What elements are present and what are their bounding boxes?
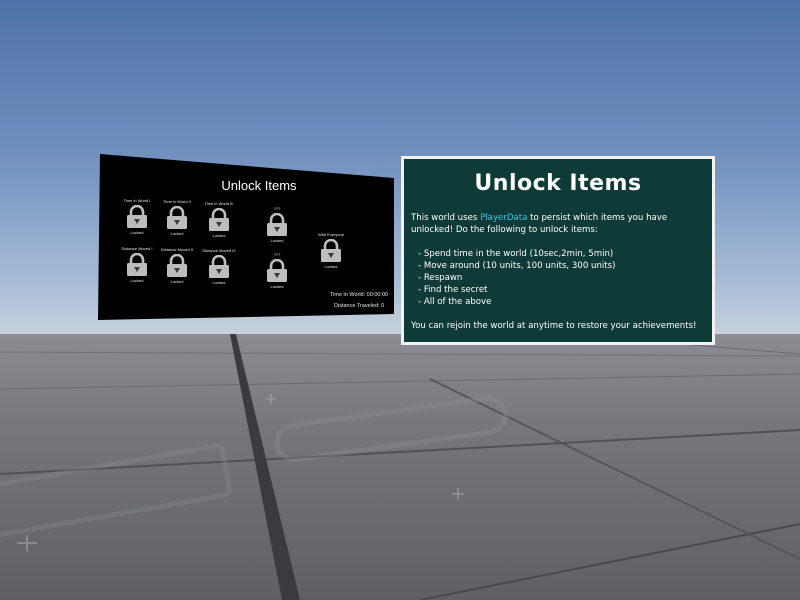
padlock-icon [264,258,290,283]
unlock-item-status: Locked [170,279,184,284]
floor-logo-vrchat [0,443,232,539]
unlock-items-board: Unlock Items Time in World I Locked Time i… [98,154,394,320]
ground-grid [0,334,800,600]
unlock-item-label: ??? [273,206,281,211]
unlock-item-label: Time in World III [204,201,234,206]
padlock-icon [206,254,232,279]
unlock-item-label: Time in World II [163,199,191,204]
task-item: - Respawn [418,273,463,283]
time-in-world-label: Time in World: 00:00:00 [330,292,389,298]
unlock-item-status: Locked [270,238,284,243]
unlock-item-status: Locked [270,284,284,289]
unlock-item-status: Locked [212,280,226,285]
unlock-item: Time in World III Locked [196,201,242,238]
unlock-item-label: Distance Moved III [202,248,236,253]
padlock-icon [206,207,232,232]
playerdata-highlight: PlayerData [480,213,528,223]
padlock-icon [124,252,150,277]
unlock-item: ??? Locked [254,206,300,243]
unlock-item: With Everyone Locked [308,232,354,269]
ground-plane [0,334,800,600]
padlock-icon [318,238,344,263]
unlock-item: Distance Moved II Locked [154,247,200,284]
intro-line-2: unlocked! Do the following to unlock ite… [411,225,598,235]
unlock-item-label: Distance Moved II [160,247,193,252]
board-title: Unlock Items [221,178,297,193]
intro-line-1: This world uses PlayerData to persist wh… [411,212,667,224]
padlock-icon [124,204,150,229]
unlock-item-status: Locked [324,264,338,269]
distance-traveled-label: Distance Traveled: 0 [334,303,385,309]
footer-note: You can rejoin the world at anytime to r… [411,321,697,331]
unlock-item: Time in World II Locked [154,199,200,236]
unlock-item: ??? Locked [254,252,300,289]
unlock-item-status: Locked [170,231,184,236]
unlock-item-status: Locked [212,233,226,238]
info-board-title: Unlock Items [474,171,642,196]
task-item: - Spend time in the world (10sec,2min, 5… [418,249,614,259]
info-board: Unlock Items This world uses PlayerData … [401,156,715,345]
task-item: - Find the secret [418,285,488,295]
intro-prefix: This world uses [411,213,481,223]
padlock-icon [164,253,190,278]
unlock-item-label: With Everyone [317,232,344,237]
unlock-item: Distance Moved III Locked [196,248,242,285]
padlock-icon [264,212,290,237]
task-item: - All of the above [418,297,492,307]
unlock-item-label: ??? [273,252,281,257]
padlock-icon [164,205,190,230]
intro-suffix: to persist which items you have [527,213,668,223]
task-item: - Move around (10 units, 100 units, 300 … [418,261,616,271]
